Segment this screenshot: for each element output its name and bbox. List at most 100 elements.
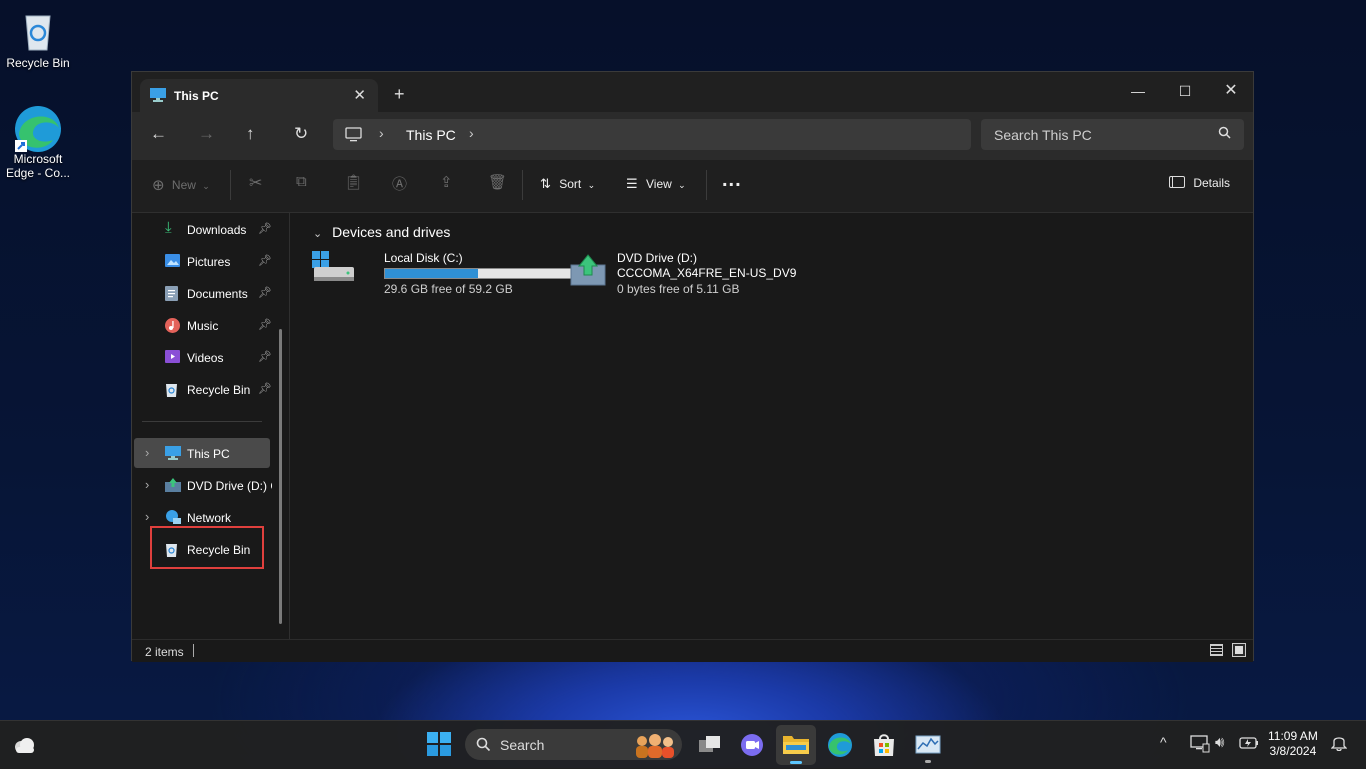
- drive-volume-label: CCCOMA_X64FRE_EN-US_DV9: [617, 266, 796, 282]
- tab-this-pc[interactable]: This PC ✕: [140, 79, 378, 112]
- details-view-icon[interactable]: [1210, 644, 1223, 656]
- search-icon: [1218, 126, 1232, 145]
- chevron-down-icon: ⌄: [588, 180, 596, 190]
- taskbar-search[interactable]: Search: [465, 729, 682, 760]
- nav-scrollbar[interactable]: [279, 329, 282, 624]
- chevron-down-icon: ⌄: [313, 228, 322, 240]
- recycle-bin-icon: [16, 8, 60, 52]
- rename-icon[interactable]: Ⓐ: [392, 173, 407, 194]
- close-tab-icon[interactable]: ✕: [353, 86, 366, 104]
- show-hidden-icons-chevron-icon[interactable]: ^: [1160, 734, 1167, 750]
- nav-item-label: Documents: [187, 287, 248, 301]
- new-button[interactable]: ⊕ New ⌄: [152, 176, 210, 194]
- group-header[interactable]: ⌄ Devices and drives: [313, 224, 450, 240]
- copy-icon[interactable]: ⧉: [296, 173, 307, 190]
- nav-item-recycle-bin-quick[interactable]: Recycle Bin 📌︎: [132, 374, 272, 404]
- file-explorer-window: This PC ✕ + — ☐ ✕ ← → ↑ ↻ › This PC › Se…: [131, 71, 1254, 661]
- new-label: New: [172, 178, 196, 192]
- clock-time: 11:09 AM: [1268, 729, 1318, 744]
- paste-icon[interactable]: 📋︎: [344, 173, 363, 191]
- minimize-button[interactable]: —: [1123, 78, 1153, 104]
- chevron-down-icon: ⌄: [202, 181, 210, 191]
- nav-divider: [142, 421, 262, 422]
- pin-icon[interactable]: 📌︎: [258, 222, 272, 235]
- delete-icon[interactable]: 🗑︎: [488, 173, 507, 191]
- sort-label: Sort: [559, 177, 581, 191]
- chevron-right-icon[interactable]: ›: [145, 477, 149, 492]
- details-button[interactable]: Details: [1169, 176, 1230, 190]
- chevron-right-icon[interactable]: ›: [145, 509, 149, 524]
- status-bar: 2 items: [132, 639, 1253, 662]
- pictures-icon: [165, 254, 180, 269]
- up-arrow-icon[interactable]: ↑: [246, 124, 255, 144]
- nav-item-pictures[interactable]: Pictures 📌︎: [132, 246, 272, 276]
- search-input[interactable]: Search This PC: [981, 119, 1244, 150]
- sort-button[interactable]: ⇅ Sort ⌄: [540, 176, 595, 192]
- forward-arrow-icon[interactable]: →: [198, 124, 215, 144]
- task-view-icon[interactable]: [696, 731, 724, 759]
- start-icon[interactable]: [426, 731, 454, 759]
- network-status-icon[interactable]: [1190, 735, 1210, 758]
- share-icon[interactable]: ⇪: [440, 173, 453, 191]
- address-location[interactable]: This PC: [406, 127, 456, 143]
- notification-bell-icon[interactable]: [1331, 734, 1347, 756]
- close-window-button[interactable]: ✕: [1216, 78, 1246, 104]
- recycle-bin-icon: [165, 382, 180, 397]
- back-arrow-icon[interactable]: ←: [150, 124, 167, 144]
- desktop-icon-label: Microsoft Edge - Co...: [3, 152, 73, 180]
- large-icons-view-icon[interactable]: [1232, 643, 1246, 657]
- search-highlight-image: [630, 732, 680, 763]
- chat-icon[interactable]: [738, 731, 766, 759]
- pin-icon[interactable]: 📌︎: [258, 382, 272, 395]
- resource-monitor-icon[interactable]: [914, 731, 942, 759]
- pin-icon[interactable]: 📌︎: [258, 318, 272, 331]
- highlight-box: [150, 526, 264, 569]
- nav-item-dvd-drive[interactable]: › DVD Drive (D:) C: [132, 470, 272, 500]
- view-list-icon: ☰: [626, 176, 638, 191]
- title-bar: This PC ✕ + — ☐ ✕: [132, 72, 1253, 112]
- desktop-icon-recycle-bin[interactable]: Recycle Bin: [0, 8, 76, 70]
- edge-icon: [16, 104, 60, 148]
- active-indicator: [790, 761, 802, 764]
- running-indicator: [925, 760, 931, 763]
- drive-usage-fill: [385, 269, 478, 278]
- item-count: 2 items: [145, 645, 184, 659]
- clock[interactable]: 11:09 AM 3/8/2024: [1268, 729, 1318, 759]
- pin-icon[interactable]: 📌︎: [258, 350, 272, 363]
- more-options-button[interactable]: ...: [722, 169, 742, 192]
- dvd-drive-icon: [570, 253, 606, 292]
- volume-icon[interactable]: 🔊︎: [1215, 734, 1224, 751]
- desktop-icon-edge[interactable]: Microsoft Edge - Co...: [0, 104, 76, 180]
- nav-item-this-pc[interactable]: › This PC: [134, 438, 270, 468]
- pin-icon[interactable]: 📌︎: [258, 286, 272, 299]
- chevron-right-icon: ›: [379, 125, 384, 141]
- nav-item-videos[interactable]: Videos 📌︎: [132, 342, 272, 372]
- nav-item-music[interactable]: Music 📌︎: [132, 310, 272, 340]
- battery-icon[interactable]: [1239, 736, 1259, 755]
- navigation-row: ← → ↑ ↻ › This PC › Search This PC: [132, 112, 1253, 160]
- search-icon: [476, 737, 491, 757]
- taskbar: Search ^ 🔊︎ 11:09 AM 3/8/2024: [0, 720, 1366, 769]
- file-explorer-taskbar-button[interactable]: [776, 725, 816, 765]
- network-icon: [165, 510, 180, 525]
- drive-name: Local Disk (C:): [384, 251, 463, 267]
- nav-item-label: Downloads: [187, 223, 246, 237]
- drive-usage-bar: [384, 268, 572, 279]
- view-button[interactable]: ☰ View ⌄: [626, 176, 686, 192]
- refresh-icon[interactable]: ↻: [294, 124, 308, 144]
- pin-icon[interactable]: 📌︎: [258, 254, 272, 267]
- chevron-right-icon[interactable]: ›: [145, 445, 149, 460]
- new-tab-button[interactable]: +: [394, 84, 405, 105]
- cut-icon[interactable]: ✂: [249, 173, 262, 193]
- maximize-button[interactable]: ☐: [1170, 78, 1200, 104]
- clock-date: 3/8/2024: [1268, 744, 1318, 759]
- weather-icon[interactable]: [10, 731, 38, 759]
- address-bar[interactable]: › This PC ›: [333, 119, 971, 150]
- nav-item-label: DVD Drive (D:) C: [187, 479, 272, 493]
- nav-item-downloads[interactable]: ⤓ Downloads 📌︎: [132, 214, 272, 244]
- nav-item-documents[interactable]: Documents 📌︎: [132, 278, 272, 308]
- chevron-right-icon[interactable]: ›: [469, 125, 474, 141]
- edge-icon[interactable]: [826, 731, 854, 759]
- store-icon[interactable]: [870, 731, 898, 759]
- drive-free-space: 29.6 GB free of 59.2 GB: [384, 282, 513, 298]
